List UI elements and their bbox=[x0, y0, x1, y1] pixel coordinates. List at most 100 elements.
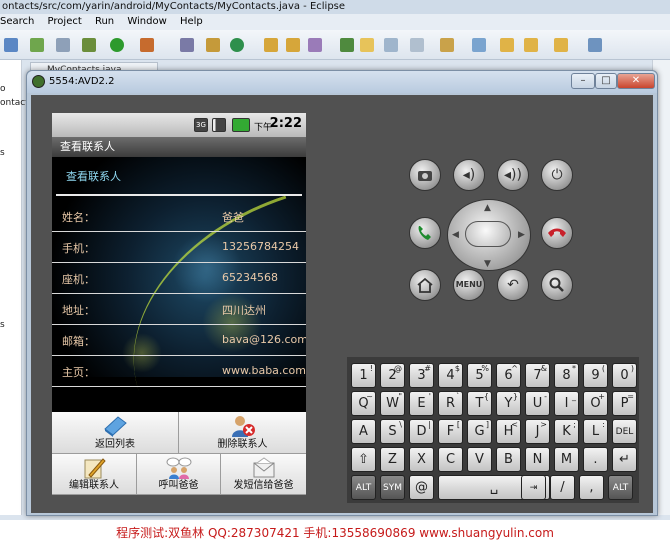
menu-run[interactable]: Run bbox=[95, 16, 114, 27]
maximize-button[interactable]: □ bbox=[595, 73, 617, 89]
camera-button[interactable] bbox=[409, 159, 441, 191]
nav-icon[interactable] bbox=[472, 38, 486, 52]
end-call-button[interactable] bbox=[541, 217, 573, 249]
camera-icon bbox=[418, 171, 432, 181]
field-label: 姓名： bbox=[62, 211, 95, 224]
refresh-icon[interactable] bbox=[230, 38, 244, 52]
open-folder-icon[interactable] bbox=[264, 38, 278, 52]
menu-help[interactable]: Help bbox=[180, 16, 203, 27]
call-button[interactable]: 呼叫爸爸 bbox=[137, 454, 221, 495]
key-del[interactable]: DEL bbox=[612, 419, 637, 444]
key-n[interactable]: N bbox=[525, 447, 550, 472]
key-m[interactable]: M bbox=[554, 447, 579, 472]
brush-icon[interactable] bbox=[308, 38, 322, 52]
key-b[interactable]: B bbox=[496, 447, 521, 472]
run-icon[interactable] bbox=[110, 38, 124, 52]
dpad-down-icon[interactable]: ▼ bbox=[484, 259, 491, 269]
home-icon bbox=[417, 277, 433, 293]
key-c[interactable]: C bbox=[438, 447, 463, 472]
menu-search[interactable]: Search bbox=[0, 16, 34, 27]
print-icon[interactable] bbox=[56, 38, 70, 52]
edit-contact-button[interactable]: 编辑联系人 bbox=[52, 454, 137, 495]
left-fragment: s bbox=[0, 320, 5, 330]
perspective-icon[interactable] bbox=[588, 38, 602, 52]
doc-icon[interactable] bbox=[384, 38, 398, 52]
delete-user-icon bbox=[231, 416, 255, 437]
field-label: 邮箱： bbox=[62, 335, 95, 348]
key-sym[interactable]: SYM bbox=[380, 475, 405, 500]
key-tab[interactable]: ⇥ bbox=[521, 475, 546, 500]
menu-label: 编辑联系人 bbox=[69, 480, 119, 491]
key-alt-right[interactable]: ALT bbox=[608, 475, 633, 500]
app-title-bar: 查看联系人 bbox=[52, 137, 306, 157]
key-p[interactable]: P = bbox=[612, 391, 637, 416]
minimize-button[interactable]: – bbox=[571, 73, 595, 89]
menu-window[interactable]: Window bbox=[127, 16, 166, 27]
key-z[interactable]: Z bbox=[380, 447, 405, 472]
key-a[interactable]: A bbox=[351, 419, 376, 444]
marker-icon[interactable] bbox=[340, 38, 354, 52]
key-f[interactable]: F[ bbox=[438, 419, 463, 444]
back-arrow-icon[interactable] bbox=[500, 38, 514, 52]
menu-hw-button[interactable]: MENU bbox=[453, 269, 485, 301]
key-j[interactable]: J > bbox=[525, 419, 550, 444]
dpad-center-button[interactable] bbox=[465, 221, 511, 247]
emulator-body: 3G 下午 2:22 查看联系人 查看联系人 姓名： 爸爸 手机： 132567… bbox=[31, 95, 653, 513]
content-heading: 查看联系人 bbox=[66, 170, 121, 183]
key-q[interactable]: Q ~ bbox=[351, 391, 376, 416]
call-hw-button[interactable] bbox=[409, 217, 441, 249]
new-icon[interactable] bbox=[4, 38, 18, 52]
back-icon[interactable] bbox=[524, 38, 538, 52]
key-alt-left[interactable]: ALT bbox=[351, 475, 376, 500]
back-to-list-button[interactable]: 返回列表 bbox=[52, 412, 179, 454]
key-k[interactable]: K; bbox=[554, 419, 579, 444]
save-icon[interactable] bbox=[30, 38, 44, 52]
folder-icon[interactable] bbox=[286, 38, 300, 52]
key-.[interactable]: . bbox=[583, 447, 608, 472]
volume-up-button[interactable]: ◂)) bbox=[497, 159, 529, 191]
delete-contact-button[interactable]: 删除联系人 bbox=[179, 412, 306, 454]
forward-icon[interactable] bbox=[554, 38, 568, 52]
dpad-up-icon[interactable]: ▲ bbox=[484, 203, 491, 213]
package-icon[interactable] bbox=[206, 38, 220, 52]
close-button[interactable]: ✕ bbox=[617, 73, 655, 89]
key-s[interactable]: S \ bbox=[380, 419, 405, 444]
field-row-phone: 座机： 65234568 bbox=[52, 262, 306, 293]
key-g[interactable]: G] bbox=[467, 419, 492, 444]
key-enter[interactable]: ↵ bbox=[612, 447, 637, 472]
home-button[interactable] bbox=[409, 269, 441, 301]
field-value: 爸爸 bbox=[222, 211, 244, 224]
dpad-right-icon[interactable]: ▶ bbox=[518, 230, 525, 240]
search-hw-button[interactable] bbox=[541, 269, 573, 301]
emulator-title-bar[interactable]: 5554:AVD2.2 – □ ✕ bbox=[27, 71, 657, 93]
field-label: 座机： bbox=[62, 273, 95, 286]
tool-icon[interactable] bbox=[180, 38, 194, 52]
debug-icon[interactable] bbox=[82, 38, 96, 52]
menu-project[interactable]: Project bbox=[48, 16, 82, 27]
key-l[interactable]: L: bbox=[583, 419, 608, 444]
highlight-icon[interactable] bbox=[360, 38, 374, 52]
volume-down-button[interactable]: ◂) bbox=[453, 159, 485, 191]
dpad-left-icon[interactable]: ◀ bbox=[452, 230, 459, 240]
emulator-window: 5554:AVD2.2 – □ ✕ 3G 下午 2:22 查看联系人 查看联系人… bbox=[26, 70, 658, 516]
key-v[interactable]: V bbox=[467, 447, 492, 472]
key-comma[interactable]: , bbox=[579, 475, 604, 500]
key-at[interactable]: @ bbox=[409, 475, 434, 500]
left-fragment: o bbox=[0, 84, 6, 94]
field-label: 手机： bbox=[62, 242, 95, 255]
key-slash[interactable]: / bbox=[550, 475, 575, 500]
key-d[interactable]: D | bbox=[409, 419, 434, 444]
key-h[interactable]: H < bbox=[496, 419, 521, 444]
key-shift[interactable]: ⇧ bbox=[351, 447, 376, 472]
paragraph-icon[interactable] bbox=[410, 38, 424, 52]
external-tools-icon[interactable] bbox=[140, 38, 154, 52]
field-row-homepage: 主页： www.baba.com bbox=[52, 355, 306, 386]
footer-credit: 程序测试:双鱼林 QQ:287307421 手机:13558690869 www… bbox=[0, 520, 670, 547]
power-button[interactable]: ⏻ bbox=[541, 159, 573, 191]
back-hw-button[interactable]: ↶ bbox=[497, 269, 529, 301]
pin-icon[interactable] bbox=[440, 38, 454, 52]
left-fragment: ontact bbox=[0, 98, 29, 108]
send-sms-button[interactable]: 发短信给爸爸 bbox=[221, 454, 306, 495]
phone-screen[interactable]: 3G 下午 2:22 查看联系人 查看联系人 姓名： 爸爸 手机： 132567… bbox=[52, 113, 306, 495]
key-x[interactable]: X bbox=[409, 447, 434, 472]
